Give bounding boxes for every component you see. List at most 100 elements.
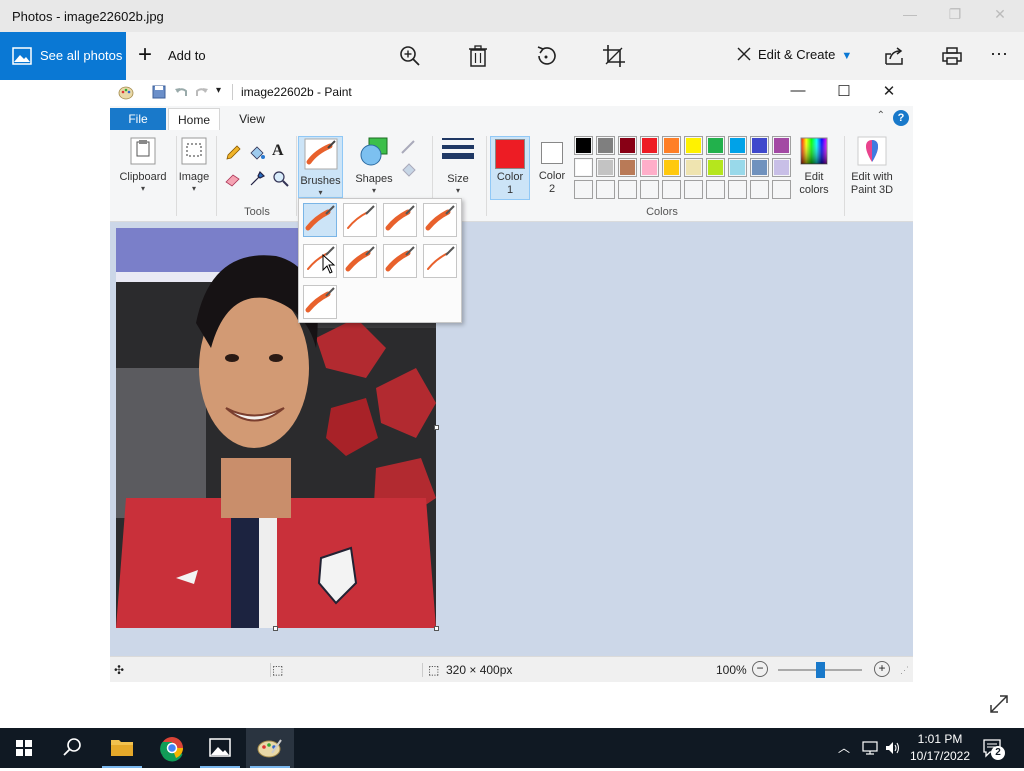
brushes-button[interactable]: Brushes ▾ xyxy=(298,136,343,198)
paint-minimize-button[interactable]: — xyxy=(783,82,813,99)
more-options-icon[interactable]: ⋯ xyxy=(990,44,1009,65)
brush-option-marker[interactable] xyxy=(383,244,417,278)
brush-option-crayon[interactable] xyxy=(343,244,377,278)
close-button[interactable]: ✕ xyxy=(980,6,1020,23)
custom-color-slot[interactable] xyxy=(772,180,791,199)
tab-view[interactable]: View xyxy=(230,108,274,130)
show-hidden-icons-icon[interactable]: ︿ xyxy=(838,739,850,756)
custom-color-slot[interactable] xyxy=(750,180,769,199)
clipboard-button[interactable]: Clipboard ▾ xyxy=(116,136,170,193)
palette-swatch[interactable] xyxy=(640,136,659,155)
brush-option-watercolor-brush[interactable] xyxy=(303,285,337,319)
palette-swatch[interactable] xyxy=(706,136,725,155)
palette-swatch[interactable] xyxy=(706,158,725,177)
palette-swatch[interactable] xyxy=(596,136,615,155)
tab-file[interactable]: File xyxy=(110,108,166,130)
fullscreen-icon[interactable] xyxy=(988,693,1010,715)
color1-button[interactable]: Color 1 xyxy=(490,136,530,200)
restore-button[interactable]: ❐ xyxy=(935,6,975,23)
text-tool-icon[interactable]: A xyxy=(272,142,290,160)
palette-swatch[interactable] xyxy=(574,136,593,155)
palette-swatch[interactable] xyxy=(728,136,747,155)
palette-swatch[interactable] xyxy=(772,158,791,177)
palette-swatch[interactable] xyxy=(772,136,791,155)
custom-color-slot[interactable] xyxy=(596,180,615,199)
palette-swatch[interactable] xyxy=(640,158,659,177)
zoom-slider-thumb[interactable] xyxy=(816,662,825,678)
chrome-icon[interactable] xyxy=(148,728,196,768)
shapes-button[interactable]: Shapes ▾ xyxy=(352,136,396,195)
resize-handle-bottom[interactable] xyxy=(273,626,278,631)
palette-swatch[interactable] xyxy=(618,136,637,155)
search-icon[interactable] xyxy=(48,728,96,768)
palette-swatch[interactable] xyxy=(728,158,747,177)
print-icon[interactable] xyxy=(940,44,964,68)
size-button[interactable]: Size ▾ xyxy=(438,136,478,195)
save-icon[interactable] xyxy=(151,84,167,100)
crop-icon[interactable] xyxy=(602,44,626,68)
rotate-icon[interactable] xyxy=(534,44,558,68)
custom-color-slot[interactable] xyxy=(662,180,681,199)
photos-app-icon[interactable] xyxy=(196,728,244,768)
color-picker-icon[interactable] xyxy=(248,170,266,188)
paint-taskbar-icon[interactable] xyxy=(246,728,294,768)
custom-color-slot[interactable] xyxy=(684,180,703,199)
palette-swatch[interactable] xyxy=(684,158,703,177)
resize-handle-right[interactable] xyxy=(434,425,439,430)
help-icon[interactable]: ? xyxy=(893,110,909,126)
custom-color-slot[interactable] xyxy=(640,180,659,199)
network-icon[interactable] xyxy=(862,740,880,756)
paint-app-icon[interactable] xyxy=(118,84,134,100)
image-button[interactable]: Image ▾ xyxy=(176,136,212,193)
fill-icon[interactable] xyxy=(400,160,418,178)
fill-bucket-icon[interactable] xyxy=(248,144,266,162)
windows-start-icon[interactable] xyxy=(0,728,48,768)
system-clock[interactable]: 1:01 PM 10/17/2022 xyxy=(906,731,974,765)
paint-maximize-button[interactable]: ☐ xyxy=(829,82,859,100)
brush-option-natural-pencil[interactable] xyxy=(423,244,457,278)
share-icon[interactable] xyxy=(882,44,906,68)
minimize-button[interactable]: — xyxy=(890,6,930,22)
resize-handle-corner[interactable] xyxy=(434,626,439,631)
brush-option-airbrush[interactable] xyxy=(423,203,457,237)
zoom-in-button[interactable]: + xyxy=(874,661,890,677)
custom-color-slot[interactable] xyxy=(574,180,593,199)
outline-icon[interactable] xyxy=(400,138,418,156)
customize-toolbar-icon[interactable]: ▾ xyxy=(216,85,221,96)
custom-color-slot[interactable] xyxy=(706,180,725,199)
pencil-icon[interactable] xyxy=(224,144,242,162)
edit-colors-button[interactable]: Edit colors xyxy=(794,136,834,197)
resize-grip-icon[interactable]: ⋰ xyxy=(900,665,909,676)
palette-swatch[interactable] xyxy=(662,158,681,177)
file-explorer-icon[interactable] xyxy=(98,728,146,768)
eraser-icon[interactable] xyxy=(224,170,242,188)
zoom-out-button[interactable]: − xyxy=(752,661,768,677)
see-all-photos-button[interactable]: See all photos xyxy=(0,32,126,80)
custom-color-slot[interactable] xyxy=(618,180,637,199)
redo-icon[interactable] xyxy=(194,84,210,100)
volume-icon[interactable] xyxy=(884,740,902,756)
color2-button[interactable]: Color 2 xyxy=(534,136,570,196)
palette-swatch[interactable] xyxy=(574,158,593,177)
zoom-in-icon[interactable] xyxy=(398,44,422,68)
palette-swatch[interactable] xyxy=(750,136,769,155)
paint-close-button[interactable]: ✕ xyxy=(874,82,904,100)
brush-option-brush[interactable] xyxy=(303,203,337,237)
palette-swatch[interactable] xyxy=(750,158,769,177)
palette-swatch[interactable] xyxy=(596,158,615,177)
edit-with-paint3d-button[interactable]: Edit with Paint 3D xyxy=(846,136,898,197)
brush-option-calligraphy-brush-1[interactable] xyxy=(343,203,377,237)
canvas-area[interactable] xyxy=(110,222,913,656)
palette-swatch[interactable] xyxy=(684,136,703,155)
palette-swatch[interactable] xyxy=(662,136,681,155)
magnifier-icon[interactable] xyxy=(272,170,290,188)
edit-create-button[interactable]: Edit & Create ▼ xyxy=(736,46,852,62)
palette-swatch[interactable] xyxy=(618,158,637,177)
collapse-ribbon-icon[interactable]: ⌃ xyxy=(877,110,885,121)
delete-icon[interactable] xyxy=(466,44,490,68)
tab-home[interactable]: Home xyxy=(168,108,220,130)
action-center-button[interactable]: 2 xyxy=(982,738,1006,760)
custom-color-slot[interactable] xyxy=(728,180,747,199)
undo-icon[interactable] xyxy=(173,84,189,100)
brush-option-calligraphy-brush-2[interactable] xyxy=(383,203,417,237)
